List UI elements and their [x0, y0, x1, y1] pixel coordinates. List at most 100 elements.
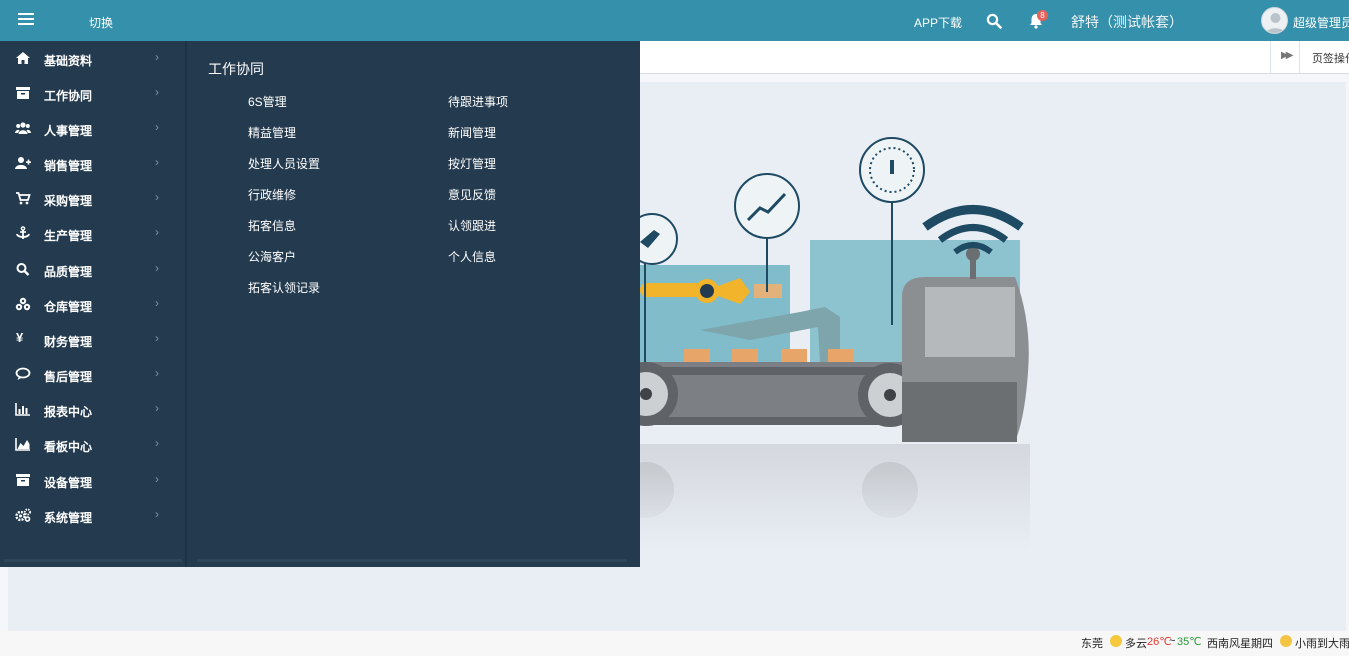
sidebar-item-basic-data[interactable]: 基础资料 › — [0, 41, 185, 76]
top-header: 切换 APP下载 8 舒特（测试帐套） 超级管理员 — [0, 0, 1349, 41]
avatar[interactable] — [1261, 7, 1288, 34]
tab-scroll-forward-button[interactable]: ▶▶ — [1270, 41, 1300, 73]
submenu-item[interactable]: 认领跟进 — [448, 217, 496, 234]
user-avatar-icon — [1265, 13, 1286, 33]
tab-operations-menu[interactable]: 页签操作 — [1312, 50, 1349, 66]
submenu-item[interactable]: 行政维修 — [248, 186, 296, 203]
weather-forecast: 小雨到大雨 — [1295, 638, 1349, 650]
tab-strip: ▶▶ 页签操作 — [640, 41, 1349, 74]
wind-direction: 西南风 — [1207, 638, 1240, 650]
user-plus-icon — [15, 157, 31, 169]
double-chevron-right-icon: ▶▶ — [1281, 50, 1294, 61]
sidebar-item-collaboration[interactable]: 工作协同 › — [0, 76, 185, 111]
sidebar-item-production[interactable]: 生产管理 › — [0, 216, 185, 251]
chevron-right-icon: › — [155, 261, 159, 275]
sidebar-item-after-sales[interactable]: 售后管理 › — [0, 357, 185, 392]
chevron-right-icon: › — [155, 50, 159, 64]
gears-icon — [15, 508, 31, 522]
submenu-item[interactable]: 精益管理 — [248, 124, 296, 141]
sidebar-item-label: 财务管理 — [44, 335, 93, 349]
chevron-right-icon: › — [155, 507, 159, 521]
temp-low: 26℃ — [1147, 636, 1172, 648]
chevron-right-icon: › — [155, 331, 159, 345]
sidebar-item-equipment[interactable]: 设备管理 › — [0, 463, 185, 498]
sidebar-item-label: 生产管理 — [44, 229, 93, 243]
chevron-right-icon: › — [155, 472, 159, 486]
user-name[interactable]: 超级管理员 — [1293, 14, 1349, 31]
lightbulb-icon — [1280, 635, 1292, 647]
switch-link[interactable]: 切换 — [89, 14, 113, 31]
temp-separator: ~ — [1169, 635, 1176, 647]
search-icon[interactable] — [986, 13, 1002, 29]
submenu-item[interactable]: 待跟进事项 — [448, 93, 508, 110]
submenu-item[interactable]: 拓客认领记录 — [248, 279, 320, 296]
submenu-item[interactable]: 意见反馈 — [448, 186, 496, 203]
weather-status-bar: 东莞 多云 26℃ ~ 35℃ 西南风 星期四 小雨到大雨 — [0, 631, 1349, 656]
submenu-item[interactable]: 个人信息 — [448, 248, 496, 265]
sidebar-item-finance[interactable]: ¥ 财务管理 › — [0, 322, 185, 357]
weekday: 星期四 — [1240, 638, 1273, 650]
temp-high: 35℃ — [1177, 636, 1202, 648]
sidebar-item-label: 品质管理 — [44, 265, 93, 279]
chevron-right-icon: › — [155, 296, 159, 310]
chevron-right-icon: › — [155, 225, 159, 239]
sidebar-item-label: 工作协同 — [44, 89, 93, 103]
sidebar-item-label: 看板中心 — [44, 440, 93, 454]
sidebar-item-dashboards[interactable]: 看板中心 › — [0, 427, 185, 462]
sidebar-item-hr[interactable]: 人事管理 › — [0, 111, 185, 146]
sidebar-item-label: 仓库管理 — [44, 300, 93, 314]
notification-badge: 8 — [1037, 10, 1048, 21]
submenu-flyout: 工作协同 6S管理 精益管理 处理人员设置 行政维修 拓客信息 公海客户 拓客认… — [185, 41, 640, 567]
archive-icon — [16, 474, 30, 486]
partly-cloudy-icon — [1110, 635, 1122, 647]
sidebar-item-label: 采购管理 — [44, 194, 93, 208]
app-download-link[interactable]: APP下载 — [914, 14, 962, 31]
home-icon — [16, 52, 30, 64]
cubes-icon — [15, 297, 31, 311]
archive-icon — [16, 87, 30, 99]
chevron-right-icon: › — [155, 401, 159, 415]
sidebar-item-reports[interactable]: 报表中心 › — [0, 392, 185, 427]
area-chart-icon — [15, 438, 30, 451]
chat-icon — [15, 367, 31, 380]
submenu-item[interactable]: 按灯管理 — [448, 155, 496, 172]
sidebar-item-label: 报表中心 — [44, 405, 93, 419]
submenu-item[interactable]: 公海客户 — [248, 248, 296, 265]
weather-city: 东莞 — [1081, 638, 1103, 650]
sidebar-item-quality[interactable]: 品质管理 › — [0, 252, 185, 287]
submenu-item[interactable]: 拓客信息 — [248, 217, 296, 234]
cart-icon — [16, 192, 31, 205]
sidebar-item-purchasing[interactable]: 采购管理 › — [0, 181, 185, 216]
chevron-right-icon: › — [155, 155, 159, 169]
chevron-right-icon: › — [155, 436, 159, 450]
submenu-item[interactable]: 新闻管理 — [448, 124, 496, 141]
sidebar: 基础资料 › 工作协同 › 人事管理 › 销售管理 › 采购管理 › 生产管理 … — [0, 41, 185, 567]
sidebar-item-label: 设备管理 — [44, 476, 93, 490]
weather-condition: 多云 — [1125, 638, 1147, 650]
sidebar-item-system[interactable]: 系统管理 › — [0, 498, 185, 533]
flyout-footer-divider — [197, 559, 627, 562]
flyout-title: 工作协同 — [208, 61, 264, 77]
sidebar-footer-divider — [4, 559, 182, 562]
company-account-name[interactable]: 舒特（测试帐套） — [1071, 12, 1183, 32]
submenu-item[interactable]: 6S管理 — [248, 93, 287, 110]
chevron-right-icon: › — [155, 190, 159, 204]
chevron-right-icon: › — [155, 366, 159, 380]
anchor-icon — [16, 226, 30, 239]
sidebar-item-sales[interactable]: 销售管理 › — [0, 146, 185, 181]
users-icon — [15, 122, 31, 134]
sidebar-item-label: 人事管理 — [44, 124, 93, 138]
bar-chart-icon — [15, 403, 30, 416]
sidebar-item-label: 系统管理 — [44, 511, 93, 525]
sidebar-item-label: 销售管理 — [44, 159, 93, 173]
hamburger-menu-icon[interactable] — [18, 13, 34, 27]
search-icon — [16, 263, 30, 276]
sidebar-item-label: 售后管理 — [44, 370, 93, 384]
yen-icon: ¥ — [16, 330, 24, 345]
submenu-item[interactable]: 处理人员设置 — [248, 155, 320, 172]
chevron-right-icon: › — [155, 120, 159, 134]
factory-illustration — [640, 137, 1060, 552]
sidebar-item-warehouse[interactable]: 仓库管理 › — [0, 287, 185, 322]
chevron-right-icon: › — [155, 85, 159, 99]
sidebar-item-label: 基础资料 — [44, 54, 93, 68]
